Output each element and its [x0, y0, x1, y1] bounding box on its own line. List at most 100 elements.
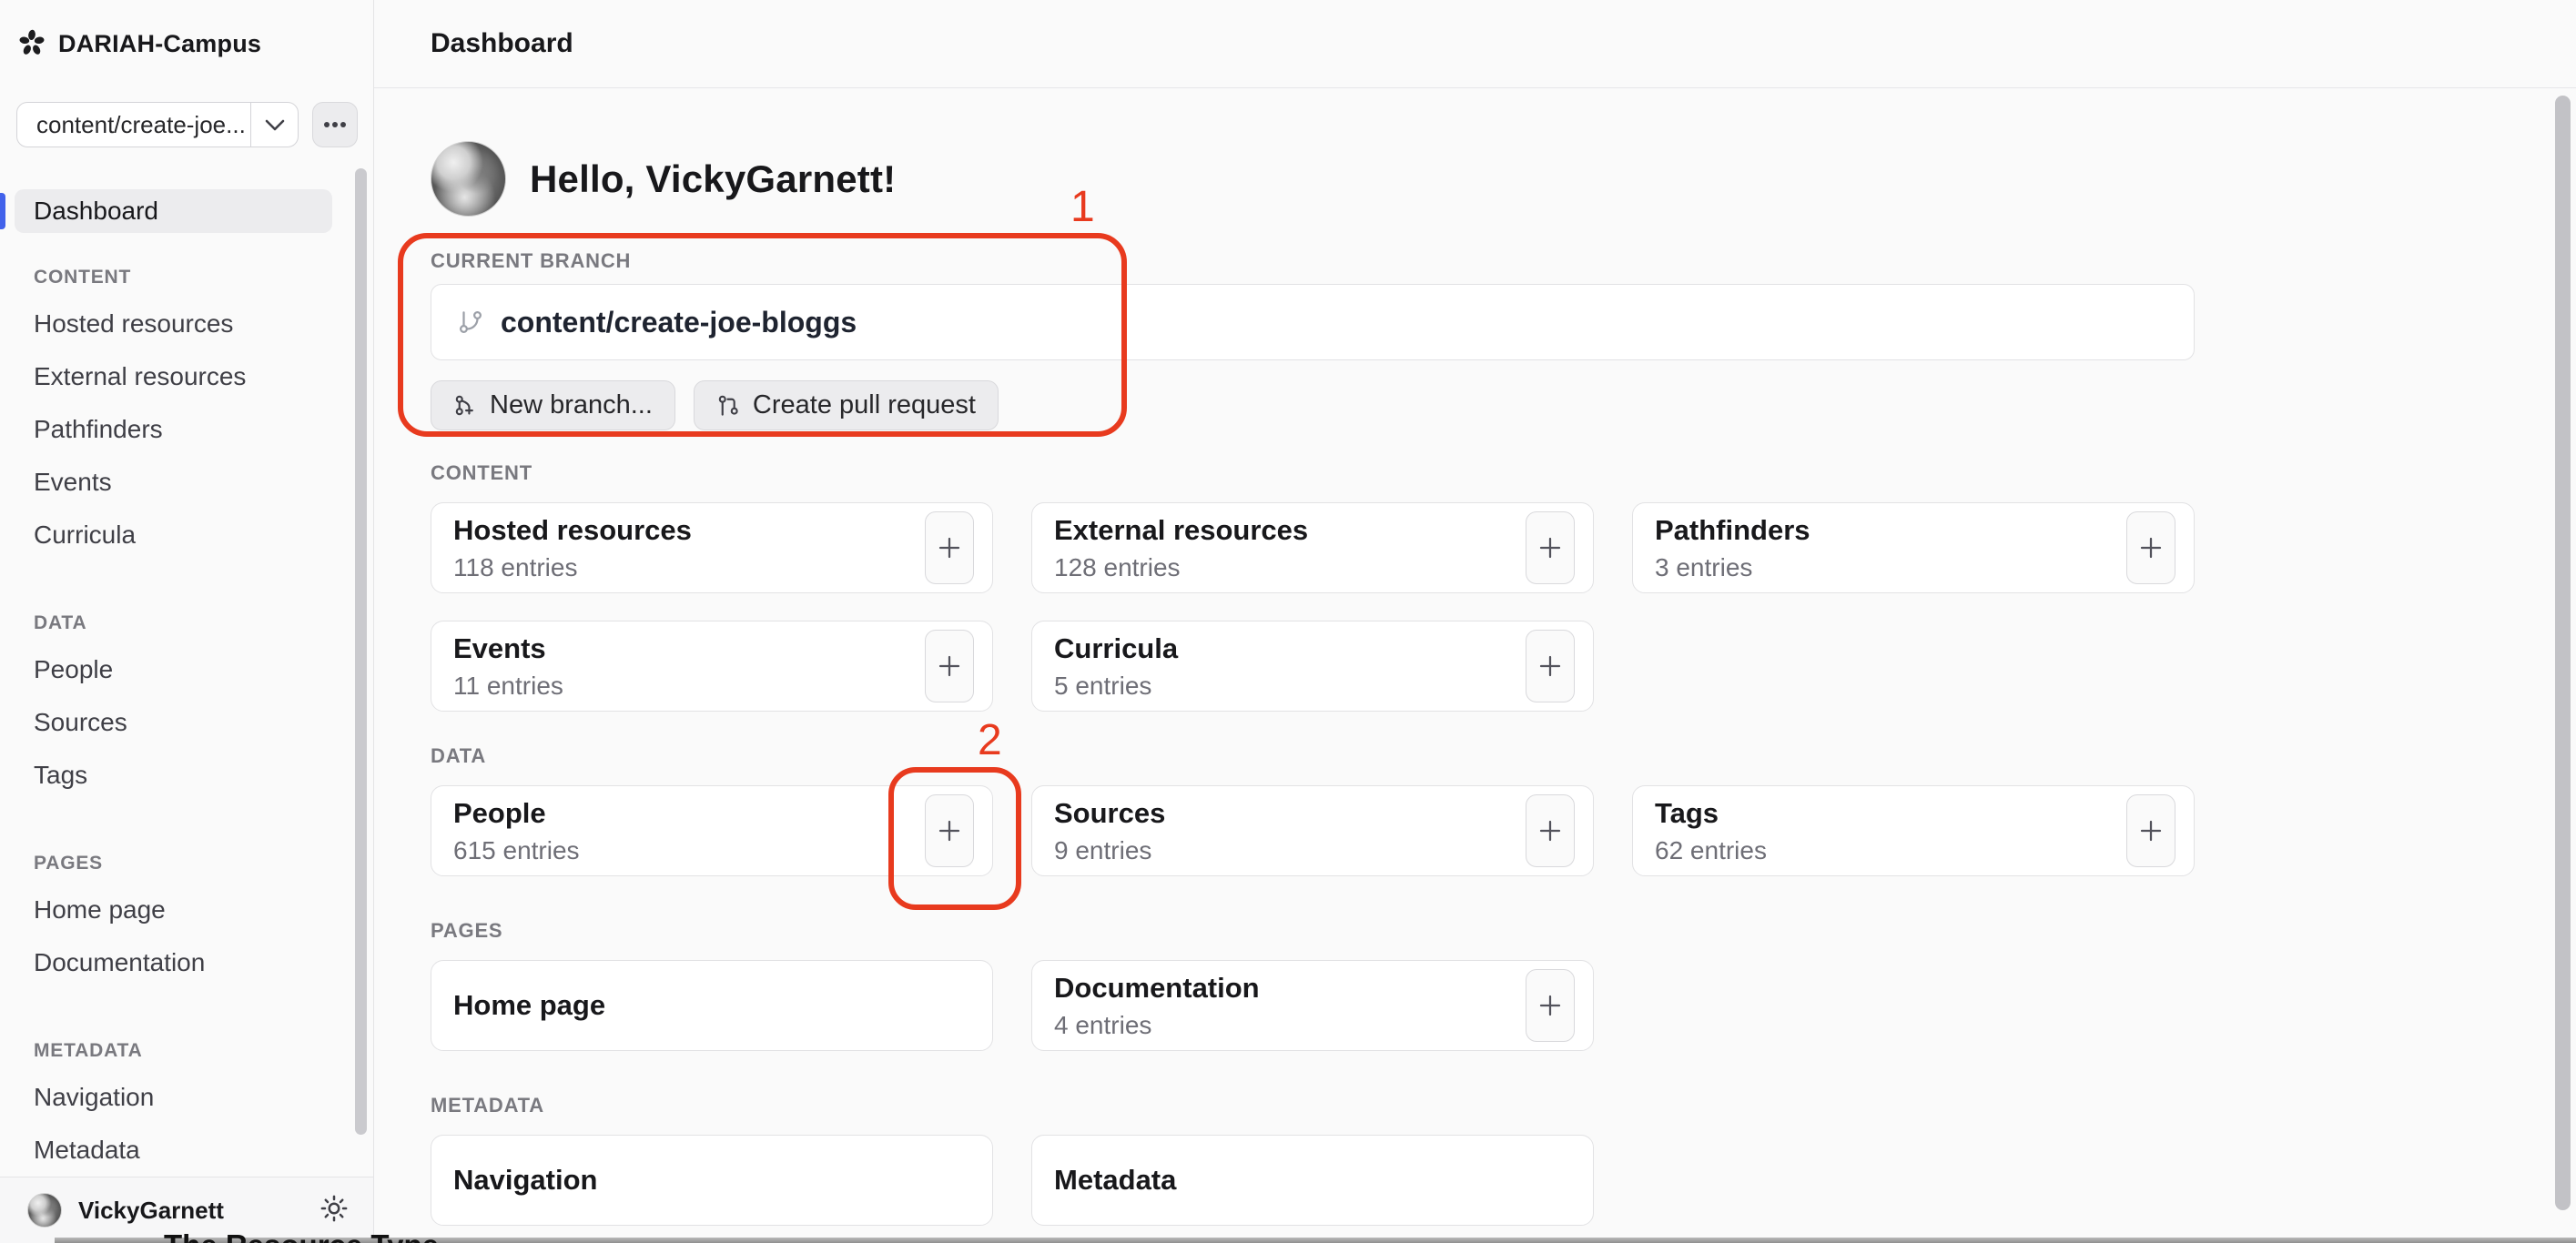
app-root: DARIAH-Campus content/create-joe... D — [0, 0, 2576, 1243]
main-scrollbar-thumb[interactable] — [2555, 96, 2571, 1210]
branch-select[interactable]: content/create-joe... — [16, 102, 299, 147]
add-sources-button[interactable] — [1526, 794, 1575, 867]
card-title: Navigation — [453, 1164, 970, 1197]
active-indicator-bar — [0, 193, 5, 229]
card-home-page[interactable]: Home page — [431, 960, 993, 1051]
sidebar-item-pathfinders[interactable]: Pathfinders — [0, 403, 373, 456]
collection-section-label: DATA — [431, 746, 2195, 766]
card-entry-count: 62 entries — [1655, 836, 2172, 865]
card-title: Hosted resources — [453, 514, 970, 547]
collection-section-label: CONTENT — [431, 463, 2195, 483]
card-sources[interactable]: Sources 9 entries — [1031, 785, 1594, 876]
plus-icon — [1536, 652, 1564, 680]
add-documentation-button[interactable] — [1526, 969, 1575, 1042]
app-name: DARIAH-Campus — [58, 30, 261, 58]
collection-section-label: METADATA — [431, 1096, 2195, 1116]
card-entry-count: 118 entries — [453, 553, 970, 582]
new-branch-button[interactable]: New branch... — [431, 380, 675, 430]
dariah-flower-icon — [18, 29, 46, 58]
create-pull-request-button[interactable]: Create pull request — [694, 380, 999, 430]
sidebar-item-label: Dashboard — [34, 197, 158, 226]
collection-section: DATA People 615 entries Sources 9 entrie… — [431, 746, 2195, 876]
card-navigation[interactable]: Navigation — [431, 1135, 993, 1226]
add-events-button[interactable] — [925, 630, 974, 702]
cutoff-tooltip-text: The Resource Type — [164, 1229, 439, 1243]
add-curricula-button[interactable] — [1526, 630, 1575, 702]
card-entry-count: 11 entries — [453, 672, 970, 701]
sidebar: DARIAH-Campus content/create-joe... D — [0, 0, 374, 1243]
git-branch-icon — [457, 307, 484, 338]
sidebar-section-label: PAGES — [0, 853, 373, 874]
theme-toggle-button[interactable] — [320, 1195, 348, 1227]
branch-actions: New branch... Create pull request — [431, 380, 2195, 430]
sidebar-item-external-resources[interactable]: External resources — [0, 350, 373, 403]
plus-icon — [936, 652, 963, 680]
card-hosted-resources[interactable]: Hosted resources 118 entries — [431, 502, 993, 593]
create-pull-request-label: Create pull request — [753, 390, 976, 420]
chevron-down-icon — [250, 103, 298, 147]
card-events[interactable]: Events 11 entries — [431, 621, 993, 712]
card-tags[interactable]: Tags 62 entries — [1632, 785, 2195, 876]
card-title: Home page — [453, 989, 970, 1022]
add-tags-button[interactable] — [2126, 794, 2175, 867]
add-external-resources-button[interactable] — [1526, 511, 1575, 584]
sidebar-item-curricula[interactable]: Curricula — [0, 509, 373, 561]
card-pathfinders[interactable]: Pathfinders 3 entries — [1632, 502, 2195, 593]
card-title: Documentation — [1054, 972, 1571, 1005]
user-name: VickyGarnett — [78, 1197, 304, 1225]
card-entry-count: 4 entries — [1054, 1011, 1571, 1040]
collection-section: CONTENT Hosted resources 118 entries Ext… — [431, 463, 2195, 712]
sidebar-item-dashboard[interactable]: Dashboard — [15, 189, 332, 233]
plus-icon — [2137, 817, 2165, 844]
sidebar-item-hosted-resources[interactable]: Hosted resources — [0, 298, 373, 350]
sidebar-scrollbar-thumb[interactable] — [355, 168, 367, 1135]
card-documentation[interactable]: Documentation 4 entries — [1031, 960, 1594, 1051]
app-logo-row: DARIAH-Campus — [0, 25, 373, 63]
card-people[interactable]: People 615 entries — [431, 785, 993, 876]
current-branch-name: content/create-joe-bloggs — [501, 306, 857, 339]
branch-more-button[interactable] — [312, 102, 358, 147]
greeting-avatar — [431, 141, 506, 217]
sidebar-section: DATA People Sources Tags — [0, 612, 373, 802]
card-title: External resources — [1054, 514, 1571, 547]
git-branch-plus-icon — [453, 392, 478, 419]
sidebar-item-tags[interactable]: Tags — [0, 749, 373, 802]
card-entry-count: 615 entries — [453, 836, 970, 865]
sidebar-nav: CONTENT Hosted resources External resour… — [0, 267, 373, 1177]
bottom-edge-overlay: The Resource Type — [0, 1228, 2576, 1243]
page-title: Dashboard — [431, 28, 573, 59]
branch-select-value: content/create-joe... — [17, 103, 250, 147]
main-scroll-area: Hello, VickyGarnett! CURRENT BRANCH cont… — [374, 88, 2576, 1243]
card-grid: Navigation Metadata — [431, 1135, 2195, 1226]
card-title: Pathfinders — [1655, 514, 2172, 547]
sidebar-item-documentation[interactable]: Documentation — [0, 936, 373, 989]
sidebar-item-events[interactable]: Events — [0, 456, 373, 509]
card-curricula[interactable]: Curricula 5 entries — [1031, 621, 1594, 712]
sidebar-item-metadata[interactable]: Metadata — [0, 1124, 373, 1177]
card-title: Curricula — [1054, 632, 1571, 665]
sidebar-item-home-page[interactable]: Home page — [0, 884, 373, 936]
add-hosted-resources-button[interactable] — [925, 511, 974, 584]
greeting-heading: Hello, VickyGarnett! — [530, 157, 896, 201]
card-grid: Hosted resources 118 entries External re… — [431, 502, 2195, 712]
current-branch-box: content/create-joe-bloggs — [431, 284, 2195, 360]
sidebar-item-sources[interactable]: Sources — [0, 696, 373, 749]
sidebar-section-label: DATA — [0, 612, 373, 634]
ellipsis-icon — [323, 116, 347, 133]
card-metadata[interactable]: Metadata — [1031, 1135, 1594, 1226]
collection-sections: CONTENT Hosted resources 118 entries Ext… — [431, 463, 2195, 1226]
add-pathfinders-button[interactable] — [2126, 511, 2175, 584]
card-grid: People 615 entries Sources 9 entries Tag… — [431, 785, 2195, 876]
collection-section: PAGES Home page Documentation 4 entries — [431, 921, 2195, 1051]
main-header: Dashboard — [374, 0, 2576, 88]
add-people-button[interactable] — [925, 794, 974, 867]
sidebar-item-navigation[interactable]: Navigation — [0, 1071, 373, 1124]
card-title: People — [453, 797, 970, 830]
card-external-resources[interactable]: External resources 128 entries — [1031, 502, 1594, 593]
plus-icon — [1536, 817, 1564, 844]
sidebar-item-people[interactable]: People — [0, 643, 373, 696]
sidebar-section: METADATA Navigation Metadata — [0, 1040, 373, 1177]
plus-icon — [936, 817, 963, 844]
card-entry-count: 128 entries — [1054, 553, 1571, 582]
card-title: Sources — [1054, 797, 1571, 830]
